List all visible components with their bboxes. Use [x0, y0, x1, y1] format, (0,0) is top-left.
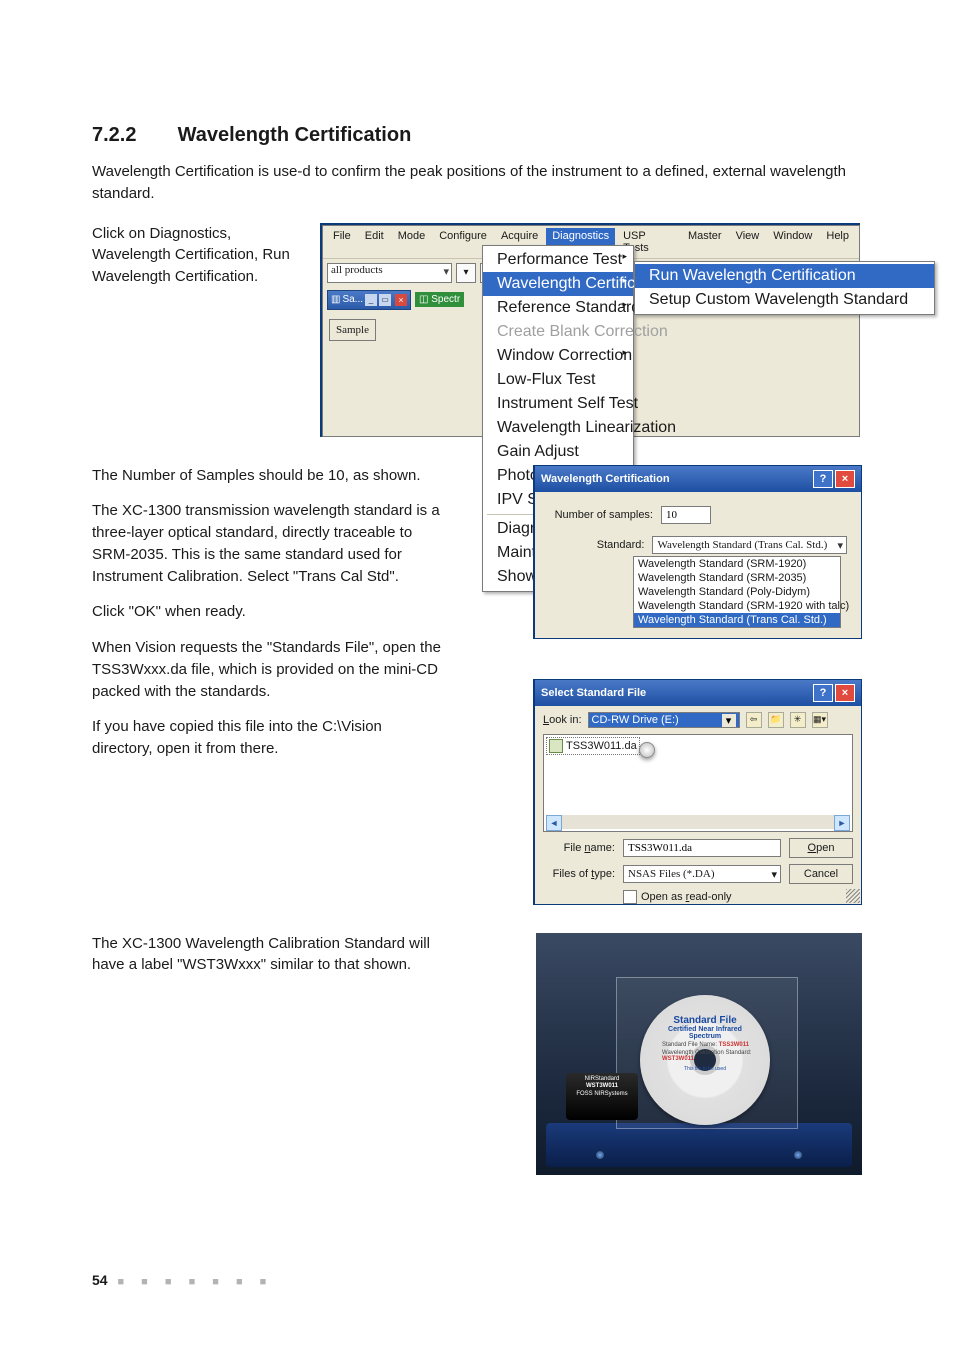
menu-edit[interactable]: Edit — [359, 228, 390, 256]
resize-grip[interactable] — [846, 889, 860, 903]
standard-combo[interactable]: Wavelength Standard (Trans Cal. Std.) — [652, 536, 847, 554]
row1-text: Click on Diagnostics, Wavelength Certifi… — [92, 223, 302, 288]
help-icon[interactable]: ? — [813, 470, 833, 488]
menu-item[interactable]: Wavelength Linearization — [483, 416, 633, 440]
product-combo[interactable]: all products — [327, 263, 452, 283]
dialog-title: Select Standard File — [541, 687, 646, 699]
row4-text: The XC-1300 Wavelength Calibration Stand… — [92, 933, 442, 977]
back-icon[interactable]: ⇦ — [746, 712, 762, 728]
list-item[interactable]: Wavelength Standard (SRM-1920 with talc) — [634, 599, 840, 613]
cd-sub: Certified Near Infrared Spectrum — [654, 1026, 756, 1040]
list-item[interactable]: Wavelength Standard (Trans Cal. Std.) — [634, 613, 840, 627]
num-samples-input[interactable] — [661, 506, 711, 524]
page-footer: 54 ■ ■ ■ ■ ■ ■ ■ — [92, 1272, 273, 1288]
standard-photo: Standard File Certified Near Infrared Sp… — [536, 933, 862, 1175]
minimize-icon[interactable]: _ — [365, 294, 377, 306]
cd-drive-icon — [639, 742, 655, 758]
filename-input[interactable] — [623, 839, 781, 857]
num-samples-label: Number of samples: — [549, 509, 661, 521]
filetype-label: Files of type: — [543, 868, 615, 880]
open-button[interactable]: Open — [789, 838, 853, 858]
file-list[interactable]: TSS3W011.da ◄ ► — [543, 734, 853, 832]
toolbar-button[interactable]: ▾ — [456, 263, 476, 283]
filetype-combo[interactable]: NSAS Files (*.DA) — [623, 865, 781, 883]
standard-label: Standard: — [549, 539, 652, 551]
up-folder-icon[interactable]: 📁 — [768, 712, 784, 728]
sample-button[interactable]: Sample — [329, 319, 376, 341]
row2-p2: The XC-1300 transmission wavelength stan… — [92, 500, 442, 587]
close-icon[interactable]: × — [835, 470, 855, 488]
menu-mode[interactable]: Mode — [392, 228, 432, 256]
menu-file[interactable]: File — [327, 228, 357, 256]
cd-title: Standard File — [654, 1015, 756, 1026]
lookin-combo[interactable]: CD-RW Drive (E:) — [588, 712, 740, 728]
menu-item[interactable]: Gain Adjust — [483, 440, 633, 464]
menu-help[interactable]: Help — [820, 228, 855, 256]
menu-item[interactable]: Wavelength Certification — [483, 272, 633, 296]
row2-p5: If you have copied this file into the C:… — [92, 716, 442, 760]
filename-label: File name: — [543, 842, 615, 854]
section-title: Wavelength Certification — [178, 124, 412, 146]
menu-item[interactable]: Performance Test — [483, 248, 633, 272]
intro-paragraph: Wavelength Certification is use-d to con… — [92, 161, 862, 205]
dialog-title: Wavelength Certification — [541, 473, 670, 485]
close-icon[interactable]: × — [395, 294, 407, 306]
list-item[interactable]: Wavelength Standard (SRM-1920) — [634, 557, 840, 571]
list-item[interactable]: TSS3W011.da — [546, 737, 640, 755]
standard-puck: NIRStandard WST3W011 FOSS NIRSystems — [566, 1073, 638, 1120]
menu-window[interactable]: Window — [767, 228, 818, 256]
submenu-item[interactable]: Run Wavelength Certification — [635, 264, 934, 288]
lookin-label: Look in: — [543, 714, 582, 726]
row2-p4: When Vision requests the "Standards File… — [92, 637, 442, 702]
page-number: 54 — [92, 1272, 108, 1288]
views-icon[interactable]: ▦▾ — [812, 712, 828, 728]
menu-item[interactable]: Low-Flux Test — [483, 368, 633, 392]
readonly-label: Open as read-only — [641, 891, 732, 903]
section-number: 7.2.2 — [92, 124, 172, 147]
menu-item[interactable]: Instrument Self Test — [483, 392, 633, 416]
chart-icon: ▥ — [331, 294, 340, 305]
list-item[interactable]: Wavelength Standard (Poly-Didym) — [634, 585, 840, 599]
scroll-right-icon[interactable]: ► — [834, 815, 850, 831]
menu-item: Create Blank Correction — [483, 320, 633, 344]
file-icon — [549, 739, 563, 753]
child-window[interactable]: ▥ Sa... _ ▭ × — [327, 290, 411, 310]
chart-icon: ◫ — [419, 294, 428, 305]
menu-view[interactable]: View — [730, 228, 766, 256]
wavelength-cert-dialog: Wavelength Certification ? × Number of s… — [533, 465, 862, 639]
list-item[interactable]: Wavelength Standard (SRM-2035) — [634, 571, 840, 585]
close-icon[interactable]: × — [835, 684, 855, 702]
standard-listbox[interactable]: Wavelength Standard (SRM-1920)Wavelength… — [633, 556, 841, 628]
screenshot-menus: FileEditModeConfigureAcquireDiagnosticsU… — [320, 223, 860, 437]
cancel-button[interactable]: Cancel — [789, 864, 853, 884]
spectr-tab[interactable]: ◫ Spectr — [415, 292, 464, 307]
readonly-checkbox[interactable] — [623, 890, 637, 904]
restore-icon[interactable]: ▭ — [379, 294, 391, 306]
help-icon[interactable]: ? — [813, 684, 833, 702]
menu-item[interactable]: Reference Standard — [483, 296, 633, 320]
new-folder-icon[interactable]: ✳ — [790, 712, 806, 728]
menu-item[interactable]: Window Correction — [483, 344, 633, 368]
h-scrollbar[interactable]: ◄ ► — [546, 815, 850, 829]
scroll-left-icon[interactable]: ◄ — [546, 815, 562, 831]
menu-master[interactable]: Master — [682, 228, 728, 256]
submenu-item[interactable]: Setup Custom Wavelength Standard — [635, 288, 934, 312]
row2-p3: Click "OK" when ready. — [92, 601, 442, 623]
select-file-dialog: Select Standard File ? × Look in: CD-RW … — [533, 679, 862, 905]
row2-p1: The Number of Samples should be 10, as s… — [92, 465, 442, 487]
